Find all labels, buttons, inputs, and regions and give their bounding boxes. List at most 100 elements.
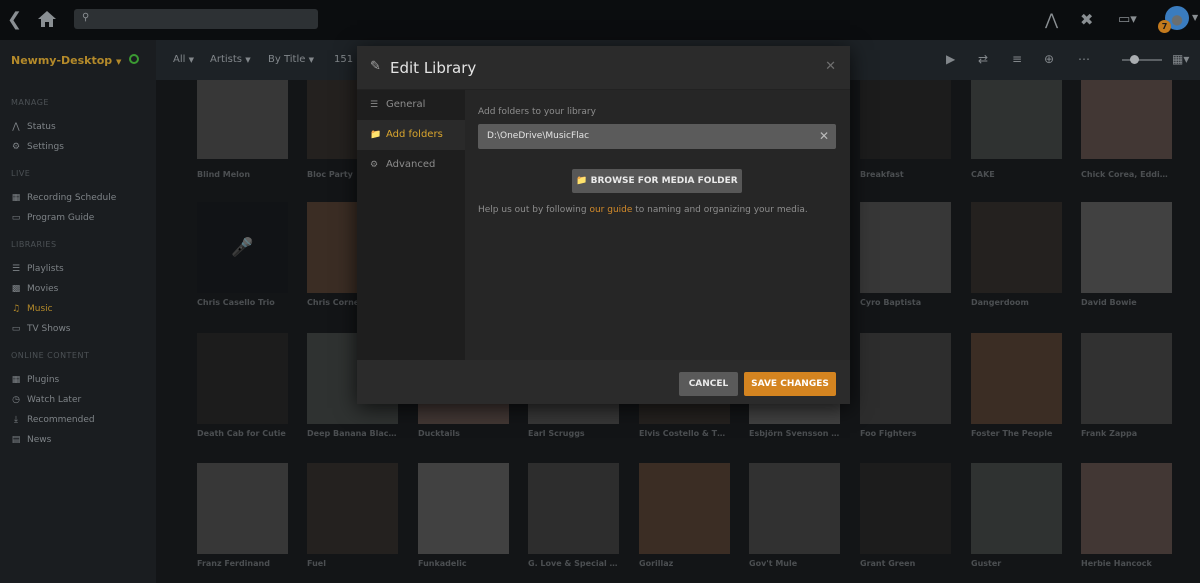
- server-selector[interactable]: Newmy-Desktop ▼: [11, 54, 121, 67]
- sidebar-item-music[interactable]: ♫ Music: [11, 304, 53, 314]
- artist-card[interactable]: Gov't Mule: [749, 463, 840, 568]
- search-input[interactable]: ⚲: [74, 9, 318, 29]
- zoom-slider[interactable]: [1122, 55, 1162, 64]
- artist-thumbnail[interactable]: [749, 463, 840, 554]
- grid-view-icon[interactable]: ▦▾: [1172, 52, 1189, 66]
- tab-add-folders[interactable]: 📁 Add folders: [357, 120, 465, 150]
- filter-type[interactable]: Artists ▼: [210, 54, 251, 65]
- sidebar-item-program-guide[interactable]: ▭ Program Guide: [11, 213, 95, 223]
- artist-thumbnail[interactable]: [528, 463, 619, 554]
- artist-thumbnail[interactable]: [860, 80, 951, 159]
- artist-thumbnail[interactable]: [1081, 80, 1172, 159]
- activity-icon[interactable]: ⋀: [1045, 10, 1058, 29]
- artist-name[interactable]: Breakfast: [860, 170, 951, 179]
- artist-name[interactable]: Dangerdoom: [971, 298, 1062, 307]
- artist-name[interactable]: Guster: [971, 559, 1062, 568]
- artist-name[interactable]: Frank Zappa: [1081, 429, 1172, 438]
- filter-all[interactable]: All ▼: [173, 54, 194, 65]
- artist-name[interactable]: Funkadelic: [418, 559, 509, 568]
- sidebar-item-movies[interactable]: ▩ Movies: [11, 284, 59, 294]
- artist-name[interactable]: Fuel: [307, 559, 398, 568]
- filter-sort[interactable]: By Title ▼: [268, 54, 314, 65]
- artist-name[interactable]: Herbie Hancock: [1081, 559, 1172, 568]
- download-icon[interactable]: ⊕: [1044, 52, 1054, 66]
- artist-name[interactable]: Blind Melon: [197, 170, 288, 179]
- more-icon[interactable]: ⋯: [1078, 52, 1090, 66]
- artist-card[interactable]: Blind Melon: [197, 80, 288, 179]
- artist-thumbnail[interactable]: [418, 463, 509, 554]
- play-icon[interactable]: ▶: [946, 52, 955, 66]
- artist-name[interactable]: Elvis Costello & The...: [639, 429, 730, 438]
- artist-thumbnail[interactable]: [197, 80, 288, 159]
- back-chevron-icon[interactable]: ❮: [7, 9, 22, 30]
- artist-name[interactable]: Grant Green: [860, 559, 951, 568]
- artist-card[interactable]: Breakfast: [860, 80, 951, 179]
- artist-card[interactable]: Fuel: [307, 463, 398, 568]
- artist-thumbnail[interactable]: [971, 202, 1062, 293]
- artist-thumbnail[interactable]: 🎤: [197, 202, 288, 293]
- artist-card[interactable]: Franz Ferdinand: [197, 463, 288, 568]
- artist-card[interactable]: 🎤 Chris Casello Trio: [197, 202, 288, 307]
- artist-name[interactable]: CAKE: [971, 170, 1062, 179]
- artist-name[interactable]: G. Love & Special S...: [528, 559, 619, 568]
- artist-card[interactable]: CAKE: [971, 80, 1062, 179]
- sidebar-item-playlists[interactable]: ☰ Playlists: [11, 264, 64, 274]
- artist-name[interactable]: Deep Banana Black...: [307, 429, 398, 438]
- artist-name[interactable]: Earl Scruggs: [528, 429, 619, 438]
- artist-thumbnail[interactable]: [971, 333, 1062, 424]
- sidebar-item-news[interactable]: ▤ News: [11, 435, 52, 445]
- artist-thumbnail[interactable]: [971, 80, 1062, 159]
- sidebar-item-status[interactable]: ⋀ Status: [11, 122, 55, 132]
- slider-knob[interactable]: [1130, 55, 1139, 64]
- shuffle-icon[interactable]: ⇄: [978, 52, 988, 66]
- clear-icon[interactable]: ✕: [819, 129, 829, 143]
- artist-name[interactable]: Foster The People: [971, 429, 1062, 438]
- sidebar-item-plugins[interactable]: ▦ Plugins: [11, 375, 60, 385]
- artist-name[interactable]: Gorillaz: [639, 559, 730, 568]
- artist-name[interactable]: Chick Corea, Eddie ...: [1081, 170, 1172, 179]
- artist-thumbnail[interactable]: [1081, 463, 1172, 554]
- artist-card[interactable]: Chick Corea, Eddie ...: [1081, 80, 1172, 179]
- artist-card[interactable]: G. Love & Special S...: [528, 463, 619, 568]
- add-to-queue-icon[interactable]: ≡: [1012, 52, 1022, 66]
- tab-general[interactable]: ☰ General: [357, 90, 465, 120]
- artist-name[interactable]: Death Cab for Cutie: [197, 429, 288, 438]
- server-status-icon[interactable]: [129, 54, 139, 64]
- artist-name[interactable]: Cyro Baptista: [860, 298, 951, 307]
- chevron-down-icon[interactable]: ▼: [1192, 13, 1198, 22]
- guide-link[interactable]: our guide: [589, 205, 632, 215]
- artist-thumbnail[interactable]: [1081, 333, 1172, 424]
- artist-card[interactable]: Funkadelic: [418, 463, 509, 568]
- browse-folder-button[interactable]: 📁 BROWSE FOR MEDIA FOLDER: [572, 169, 742, 193]
- artist-name[interactable]: David Bowie: [1081, 298, 1172, 307]
- sidebar-item-tv-shows[interactable]: ▭ TV Shows: [11, 324, 71, 334]
- artist-name[interactable]: Foo Fighters: [860, 429, 951, 438]
- close-icon[interactable]: ✕: [825, 59, 836, 74]
- artist-card[interactable]: Guster: [971, 463, 1062, 568]
- artist-thumbnail[interactable]: [860, 463, 951, 554]
- artist-card[interactable]: Cyro Baptista: [860, 202, 951, 307]
- artist-card[interactable]: Grant Green: [860, 463, 951, 568]
- folder-path-input[interactable]: D:\OneDrive\MusicFlac ✕: [478, 124, 836, 149]
- artist-thumbnail[interactable]: [1081, 202, 1172, 293]
- artist-card[interactable]: Frank Zappa: [1081, 333, 1172, 438]
- artist-card[interactable]: Dangerdoom: [971, 202, 1062, 307]
- artist-name[interactable]: Ducktails: [418, 429, 509, 438]
- artist-name[interactable]: Chris Casello Trio: [197, 298, 288, 307]
- artist-thumbnail[interactable]: [197, 333, 288, 424]
- artist-thumbnail[interactable]: [307, 463, 398, 554]
- cancel-button[interactable]: CANCEL: [679, 372, 738, 396]
- artist-card[interactable]: Herbie Hancock: [1081, 463, 1172, 568]
- artist-card[interactable]: David Bowie: [1081, 202, 1172, 307]
- artist-thumbnail[interactable]: [639, 463, 730, 554]
- artist-thumbnail[interactable]: [197, 463, 288, 554]
- artist-name[interactable]: Franz Ferdinand: [197, 559, 288, 568]
- sidebar-item-settings[interactable]: ⚙ Settings: [11, 142, 64, 152]
- artist-card[interactable]: Foo Fighters: [860, 333, 951, 438]
- tab-advanced[interactable]: ⚙ Advanced: [357, 150, 465, 180]
- artist-thumbnail[interactable]: [860, 202, 951, 293]
- home-icon[interactable]: [37, 9, 57, 29]
- cast-icon[interactable]: ▭▾: [1118, 12, 1137, 27]
- tools-icon[interactable]: ✖: [1080, 10, 1093, 29]
- artist-card[interactable]: Gorillaz: [639, 463, 730, 568]
